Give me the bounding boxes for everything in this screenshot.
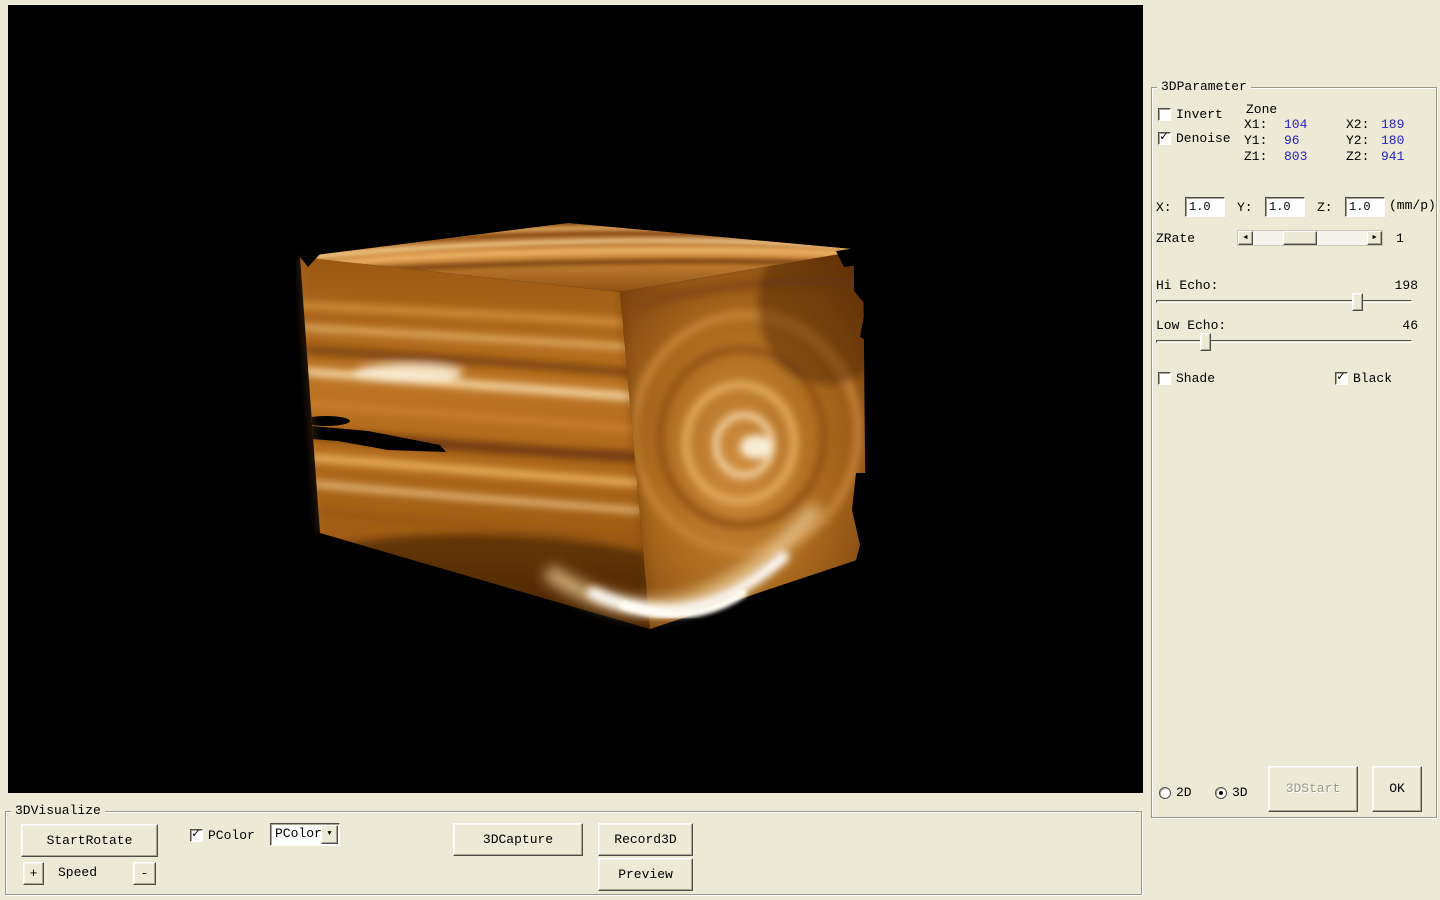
scale-y-label: Y: xyxy=(1237,201,1253,215)
zrate-scrollbar[interactable]: ◄ ► xyxy=(1237,230,1383,246)
arrow-left-icon: ◄ xyxy=(1243,235,1247,242)
visualize-panel-title: 3DVisualize xyxy=(11,804,105,818)
mode-3d-radio[interactable]: 3D xyxy=(1215,785,1248,800)
hi-echo-slider-thumb[interactable] xyxy=(1352,293,1363,311)
shade-checkbox-box[interactable] xyxy=(1158,372,1171,385)
mode-2d-radio[interactable]: 2D xyxy=(1159,785,1192,800)
zone-x2-label: X2: xyxy=(1346,118,1369,132)
arrow-right-icon: ► xyxy=(1372,235,1376,242)
denoise-label: Denoise xyxy=(1176,132,1231,146)
black-checkbox[interactable]: Black xyxy=(1335,371,1392,386)
zone-y1-value: 96 xyxy=(1284,134,1300,148)
parameter-panel: 3DParameter Invert Denoise Zone X1: 104 … xyxy=(1151,87,1437,818)
black-checkbox-box[interactable] xyxy=(1335,372,1348,385)
zrate-label: ZRate xyxy=(1156,232,1195,246)
start-rotate-button[interactable]: StartRotate xyxy=(21,824,158,857)
low-echo-label: Low Echo: xyxy=(1156,319,1226,333)
mode-3d-radio-button[interactable] xyxy=(1215,787,1227,799)
low-echo-slider-thumb[interactable] xyxy=(1200,333,1211,351)
3d-viewport[interactable] xyxy=(8,5,1143,793)
scale-x-input[interactable] xyxy=(1185,197,1225,217)
pcolor-checkbox-box[interactable] xyxy=(190,829,203,842)
denoise-checkbox-box[interactable] xyxy=(1158,132,1171,145)
record3d-button[interactable]: Record3D xyxy=(598,823,693,856)
zone-z2-value: 941 xyxy=(1381,150,1404,164)
zone-label: Zone xyxy=(1246,103,1277,117)
zone-z2-label: Z2: xyxy=(1346,150,1369,164)
pcolor-label: PColor xyxy=(208,829,255,843)
shade-label: Shade xyxy=(1176,372,1215,386)
zone-y2-label: Y2: xyxy=(1346,134,1369,148)
zone-x2-value: 189 xyxy=(1381,118,1404,132)
zone-x1-label: X1: xyxy=(1244,118,1267,132)
hi-echo-value: 198 xyxy=(1395,279,1418,293)
zone-z1-label: Z1: xyxy=(1244,150,1267,164)
speed-plus-button[interactable]: + xyxy=(23,862,44,885)
pcolor-checkbox[interactable]: PColor xyxy=(190,828,255,843)
black-label: Black xyxy=(1353,372,1392,386)
chevron-down-icon: ▼ xyxy=(327,831,331,838)
mode-2d-label: 2D xyxy=(1176,786,1192,800)
invert-checkbox[interactable]: Invert xyxy=(1158,107,1223,122)
hi-echo-label: Hi Echo: xyxy=(1156,279,1218,293)
scale-z-label: Z: xyxy=(1317,201,1333,215)
pcolor-dropdown[interactable]: PColor ▼ xyxy=(270,823,340,846)
scale-unit-label: (mm/p) xyxy=(1389,199,1436,213)
3dstart-button[interactable]: 3DStart xyxy=(1268,766,1358,812)
shade-checkbox[interactable]: Shade xyxy=(1158,371,1215,386)
speed-label: Speed xyxy=(58,866,97,880)
pcolor-dropdown-value: PColor xyxy=(275,827,322,841)
pcolor-dropdown-button[interactable]: ▼ xyxy=(321,825,338,844)
mode-2d-radio-button[interactable] xyxy=(1159,787,1171,799)
3dcapture-button[interactable]: 3DCapture xyxy=(453,823,583,856)
scale-z-input[interactable] xyxy=(1345,197,1385,217)
zone-z1-value: 803 xyxy=(1284,150,1307,164)
scale-y-input[interactable] xyxy=(1265,197,1305,217)
visualize-panel: 3DVisualize StartRotate PColor PColor ▼ … xyxy=(5,811,1142,895)
parameter-panel-title: 3DParameter xyxy=(1157,80,1251,94)
volume-render xyxy=(8,5,1143,793)
mode-3d-label: 3D xyxy=(1232,786,1248,800)
zrate-scroll-left-button[interactable]: ◄ xyxy=(1238,231,1253,245)
zrate-value: 1 xyxy=(1396,232,1404,246)
zone-y2-value: 180 xyxy=(1381,134,1404,148)
denoise-checkbox[interactable]: Denoise xyxy=(1158,131,1231,146)
zone-y1-label: Y1: xyxy=(1244,134,1267,148)
low-echo-slider-track[interactable] xyxy=(1156,340,1412,343)
speed-minus-button[interactable]: - xyxy=(133,862,156,885)
zone-x1-value: 104 xyxy=(1284,118,1307,132)
zrate-scroll-thumb[interactable] xyxy=(1283,231,1317,245)
invert-checkbox-box[interactable] xyxy=(1158,108,1171,121)
hi-echo-slider-track[interactable] xyxy=(1156,300,1412,303)
zrate-scroll-track[interactable] xyxy=(1253,231,1367,245)
preview-button[interactable]: Preview xyxy=(598,858,693,891)
hi-echo-slider[interactable] xyxy=(1156,293,1412,311)
zrate-scroll-right-button[interactable]: ► xyxy=(1367,231,1382,245)
invert-label: Invert xyxy=(1176,108,1223,122)
low-echo-value: 46 xyxy=(1402,319,1418,333)
ok-button[interactable]: OK xyxy=(1372,766,1422,812)
low-echo-slider[interactable] xyxy=(1156,333,1412,351)
scale-x-label: X: xyxy=(1156,201,1172,215)
